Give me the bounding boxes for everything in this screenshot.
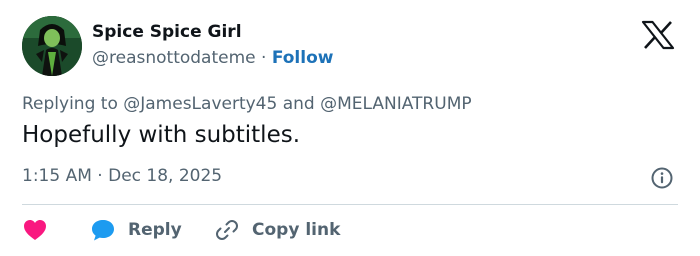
tweet-time: 1:15 AM: [22, 166, 92, 186]
reply-button[interactable]: Reply: [90, 218, 214, 242]
handle-separator: ·: [261, 48, 267, 68]
speech-bubble-icon: [92, 220, 114, 241]
divider: [22, 204, 678, 205]
tweet-timestamp[interactable]: 1:15 AM · Dec 18, 2025: [22, 166, 222, 186]
tweet-text: Hopefully with subtitles.: [22, 122, 301, 148]
info-icon[interactable]: [650, 166, 674, 190]
mention-link[interactable]: @JamesLaverty45: [123, 94, 277, 114]
timestamp-separator: ·: [97, 166, 103, 186]
replying-to-label: Replying to: [22, 94, 118, 114]
action-bar: Reply Copy link: [22, 216, 340, 244]
author-name[interactable]: Spice Spice Girl: [92, 22, 242, 42]
avatar[interactable]: [22, 16, 82, 76]
copy-link-button[interactable]: Copy link: [214, 218, 340, 242]
link-icon: [216, 220, 238, 240]
follow-button[interactable]: Follow: [272, 48, 334, 68]
copy-link-label: Copy link: [252, 220, 341, 240]
reply-label: Reply: [128, 220, 182, 240]
cartoon-character-avatar-icon: [22, 16, 82, 76]
tweet-date: Dec 18, 2025: [108, 166, 223, 186]
mention-conjunction: and: [282, 94, 315, 114]
reply-context: Replying to @JamesLaverty45 and @MELANIA…: [22, 94, 472, 114]
mention-link[interactable]: @MELANIATRUMP: [320, 94, 472, 114]
author-handle[interactable]: @reasnottodateme: [92, 48, 256, 68]
like-button[interactable]: [22, 218, 90, 242]
heart-icon: [24, 220, 46, 240]
x-logo-icon[interactable]: [640, 20, 676, 50]
author-handle-row: @reasnottodateme · Follow: [92, 48, 333, 68]
